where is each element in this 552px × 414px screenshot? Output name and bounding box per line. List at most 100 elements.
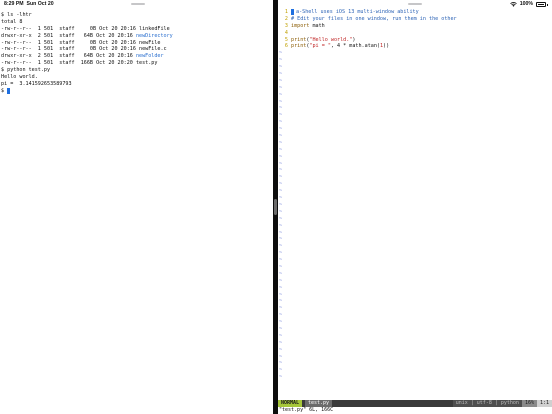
- vim-tilde-marker: ~: [279, 298, 283, 305]
- vim-mode-indicator: NORMAL: [278, 400, 303, 407]
- terminal-line: -rw-r--r-- 1 501 staff 166B Oct 20 20:20…: [0, 60, 272, 67]
- vim-code-line[interactable]: 4: [278, 30, 552, 37]
- vim-empty-line: ~: [278, 367, 552, 374]
- vim-file-info: unix | utf-8 | python: [452, 400, 522, 407]
- vim-empty-line: ~: [278, 57, 552, 64]
- vim-statusline-right: unix | utf-8 | python 16% 1:1: [452, 400, 552, 407]
- vim-empty-line: ~: [278, 312, 552, 319]
- vim-code-line[interactable]: 2 # Edit your files in one window, run th…: [278, 16, 552, 23]
- vim-empty-line: ~: [278, 92, 552, 99]
- vim-statusline: NORMAL test.py unix | utf-8 | python 16%…: [278, 400, 552, 407]
- vim-empty-line: ~: [278, 347, 552, 354]
- vim-empty-line: ~: [278, 105, 552, 112]
- vim-tilde-marker: ~: [279, 112, 283, 119]
- vim-tilde-marker: ~: [279, 360, 283, 367]
- vim-empty-line: ~: [278, 99, 552, 106]
- code-token: a-Shell uses iOS 13 multi-window ability: [296, 9, 419, 15]
- vim-line-number: 4: [284, 29, 288, 36]
- terminal-line: drwxr-xr-x 2 501 staff 64B Oct 20 20:16 …: [0, 33, 272, 40]
- vim-tilde-marker: ~: [279, 64, 283, 71]
- vim-cursor-position: 1:1: [536, 400, 552, 407]
- vim-pane[interactable]: 1 a-Shell uses iOS 13 multi-window abilit…: [278, 9, 552, 414]
- terminal-line: total 8: [0, 19, 272, 26]
- terminal-prompt-line[interactable]: $: [0, 87, 272, 95]
- terminal-line-text: -rw-r--r-- 1 501 staff 0B Oct 20 20:16: [1, 39, 140, 46]
- terminal-pane[interactable]: $ ls -lhtr total 8 -rw-r--r-- 1 501 staff …: [0, 12, 272, 414]
- terminal-line: -rw-r--r-- 1 501 staff 0B Oct 20 20:16 l…: [0, 26, 272, 33]
- vim-tilde-marker: ~: [279, 57, 283, 64]
- vim-tilde-marker: ~: [279, 229, 283, 236]
- vim-tilde-marker: ~: [279, 319, 283, 326]
- vim-tilde-marker: ~: [279, 201, 283, 208]
- vim-empty-line: ~: [278, 278, 552, 285]
- vim-empty-line: ~: [278, 154, 552, 161]
- vim-tilde-marker: ~: [279, 277, 283, 284]
- vim-empty-line: ~: [278, 285, 552, 292]
- vim-tilde-marker: ~: [279, 84, 283, 91]
- terminal-line: $ python test.py: [0, 67, 272, 74]
- vim-empty-line: ~: [278, 112, 552, 119]
- status-time-date: 8:29 PM Sun Oct 20: [4, 0, 54, 9]
- vim-empty-line: ~: [278, 167, 552, 174]
- vim-empty-line: ~: [278, 326, 552, 333]
- terminal-line: pi = 3.141592653589793: [0, 81, 272, 88]
- vim-empty-line: ~: [278, 64, 552, 71]
- vim-tilde-marker: ~: [279, 236, 283, 243]
- vim-tilde-marker: ~: [279, 167, 283, 174]
- terminal-cursor: [7, 87, 11, 94]
- vim-cursor: [291, 9, 294, 15]
- vim-code-line[interactable]: 6 print("pi = ", 4 * math.atan(1)): [278, 43, 552, 50]
- left-window-grabber[interactable]: [131, 3, 145, 5]
- code-token: print: [291, 36, 307, 43]
- vim-empty-line: ~: [278, 126, 552, 133]
- vim-tilde-marker: ~: [279, 332, 283, 339]
- vim-empty-line: ~: [278, 230, 552, 237]
- vim-tilde-marker: ~: [279, 174, 283, 181]
- vim-empty-line: ~: [278, 250, 552, 257]
- vim-line-code: # Edit your files in one window, run the…: [291, 16, 457, 23]
- vim-tilde-marker: ~: [279, 208, 283, 215]
- vim-command-line[interactable]: "test.py" 6L, 166C: [278, 407, 333, 414]
- terminal-line-text: Hello world.: [1, 74, 38, 81]
- vim-tilde-marker: ~: [279, 105, 283, 112]
- code-token: import: [291, 22, 310, 29]
- vim-line-code: print("pi = ", 4 * math.atan(1)): [291, 43, 389, 50]
- vim-code-line[interactable]: 3 import math: [278, 23, 552, 30]
- vim-code-line[interactable]: 5 print("Hello world."): [278, 37, 552, 44]
- vim-line-code: print("Hello world."): [291, 37, 355, 44]
- vim-line-number: 3: [284, 22, 288, 29]
- vim-empty-line: ~: [278, 360, 552, 367]
- vim-tilde-marker: ~: [279, 222, 283, 229]
- vim-empty-line: ~: [278, 340, 552, 347]
- terminal-directory-name: newDirectory: [135, 32, 173, 39]
- wifi-icon: [509, 2, 517, 7]
- vim-empty-line: ~: [278, 202, 552, 209]
- vim-empty-line: ~: [278, 181, 552, 188]
- split-view-handle[interactable]: [274, 199, 277, 215]
- terminal-line-text: $ python test.py: [1, 67, 51, 74]
- vim-tilde-marker: ~: [279, 50, 283, 57]
- terminal-line-text: pi = 3.141592653589793: [1, 80, 72, 87]
- vim-editor[interactable]: 1 a-Shell uses iOS 13 multi-window abilit…: [278, 9, 552, 399]
- vim-empty-line: ~: [278, 161, 552, 168]
- vim-empty-line: ~: [278, 305, 552, 312]
- terminal-prompt: $: [1, 87, 5, 94]
- vim-tilde-marker: ~: [279, 195, 283, 202]
- vim-tilde-marker: ~: [279, 339, 283, 346]
- vim-tilde-marker: ~: [279, 77, 283, 84]
- vim-empty-line: ~: [278, 133, 552, 140]
- terminal-line-text: -rw-r--r-- 1 501 staff 0B Oct 20 20:16: [1, 46, 140, 53]
- battery-icon: [536, 2, 546, 7]
- terminal-line: -rw-r--r-- 1 501 staff 0B Oct 20 20:16 n…: [0, 40, 272, 47]
- battery-nub: [547, 3, 548, 6]
- vim-empty-line: ~: [278, 195, 552, 202]
- vim-tilde-marker: ~: [279, 71, 283, 78]
- vim-tilde-marker: ~: [279, 98, 283, 105]
- code-token: ): [352, 36, 356, 43]
- vim-tilde-marker: ~: [279, 312, 283, 319]
- vim-code-line[interactable]: 1 a-Shell uses iOS 13 multi-window abilit…: [278, 9, 552, 16]
- right-window-grabber[interactable]: [408, 3, 422, 5]
- vim-tilde-marker: ~: [279, 270, 283, 277]
- terminal-line-text: -rw-r--r-- 1 501 staff 0B Oct 20 20:16: [1, 25, 140, 32]
- vim-tilde-marker: ~: [279, 146, 283, 153]
